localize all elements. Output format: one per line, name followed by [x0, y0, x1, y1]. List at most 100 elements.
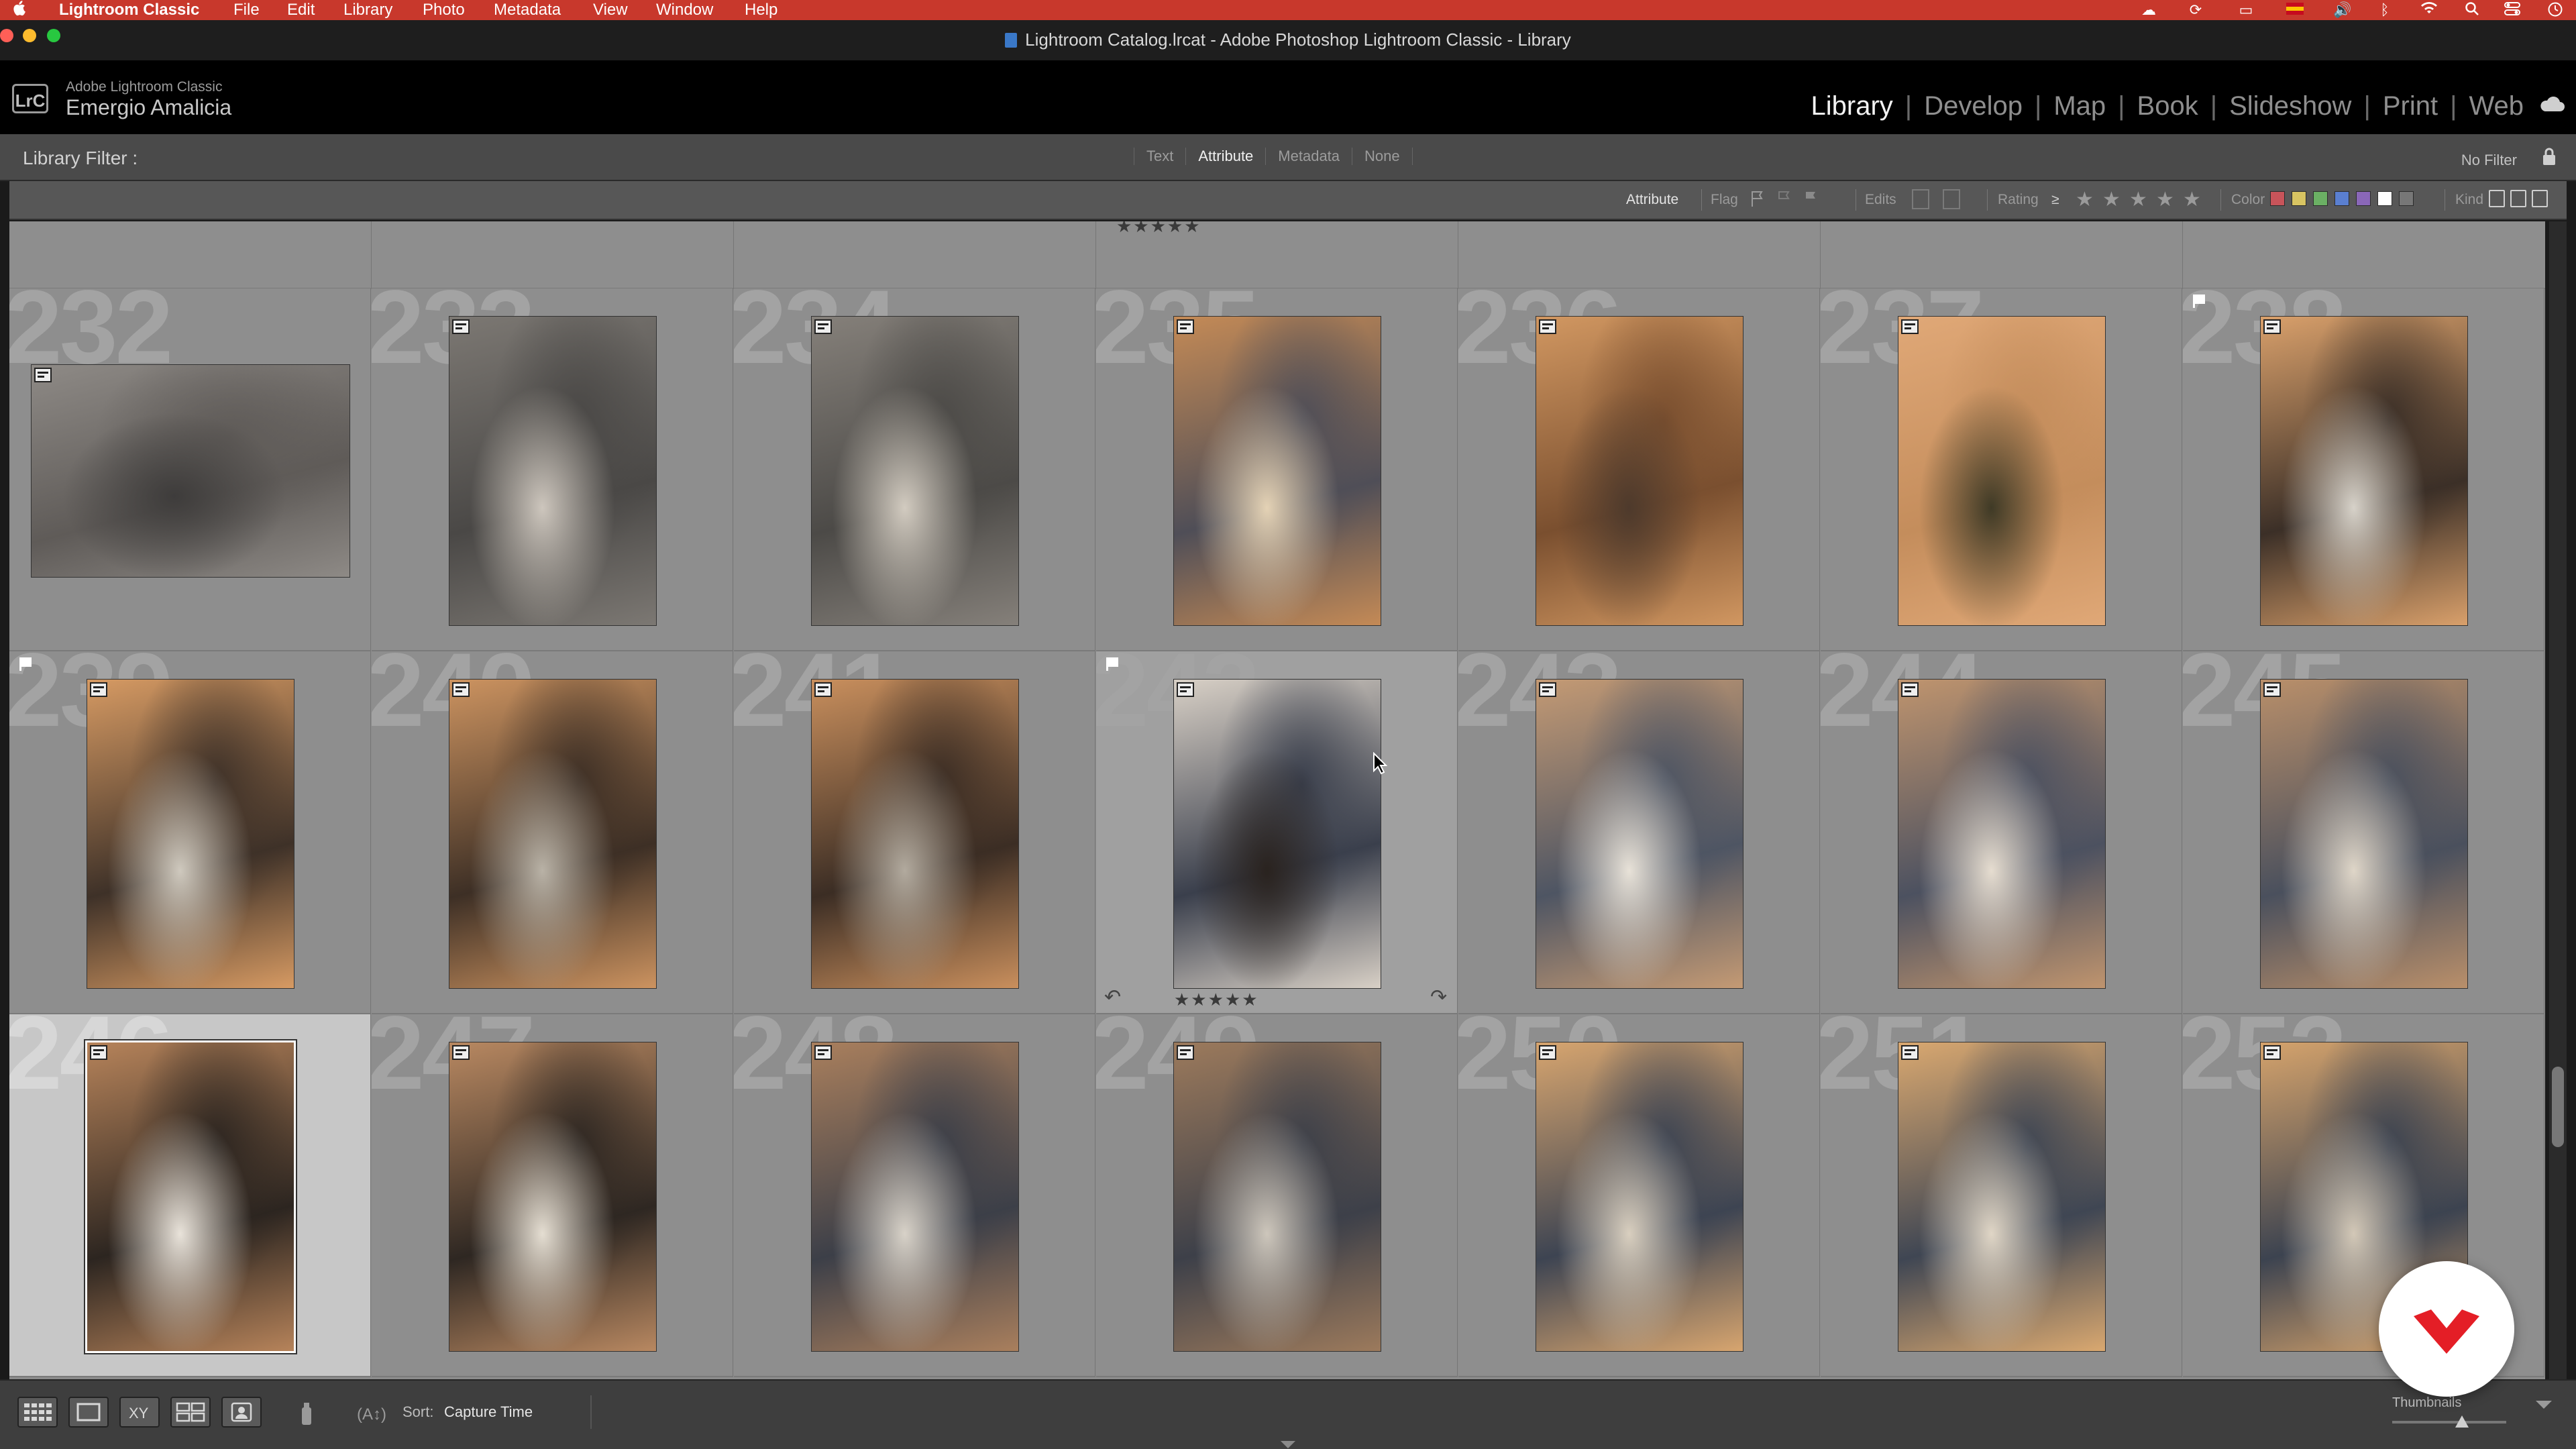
grid-cell[interactable]: 238	[2183, 288, 2544, 651]
thumbnail-size-slider[interactable]	[2392, 1421, 2506, 1424]
menu-help[interactable]: Help	[745, 0, 777, 20]
grid-cell[interactable]: 243	[1458, 651, 1820, 1014]
photo-thumbnail[interactable]	[449, 1042, 656, 1351]
metadata-badge-icon[interactable]	[1177, 1045, 1194, 1060]
thumbnail-grid[interactable]: ★★★★★232233234235236237238239240241242★★…	[9, 221, 2545, 1379]
photo-thumbnail[interactable]	[2261, 680, 2467, 988]
search-icon[interactable]	[2463, 1, 2481, 19]
metadata-badge-icon[interactable]	[1177, 319, 1194, 334]
menu-file[interactable]: File	[233, 0, 260, 20]
grid-cell[interactable]: 232	[9, 288, 371, 651]
sync-icon[interactable]: ⟳	[2187, 1, 2204, 19]
bluetooth-icon[interactable]: ᛒ	[2376, 1, 2394, 19]
grid-cell[interactable]: 234	[734, 288, 1095, 651]
grid-cell[interactable]: 235	[1096, 288, 1458, 651]
filter-tab-text[interactable]: Text	[1134, 148, 1185, 165]
module-library[interactable]: Library	[1811, 91, 1893, 121]
rating-stars[interactable]: ★★★★★	[1174, 989, 1259, 1010]
people-view-icon[interactable]	[221, 1397, 262, 1428]
grid-scrollbar-track[interactable]	[2549, 221, 2567, 1379]
compare-view-icon[interactable]: XY	[119, 1397, 160, 1428]
rating-stars[interactable]: ★★★★★	[1116, 221, 1201, 237]
grid-partial-row[interactable]: ★★★★★	[9, 221, 2545, 289]
grid-cell[interactable]: 250	[1458, 1014, 1820, 1377]
module-book[interactable]: Book	[2137, 91, 2198, 121]
metadata-badge-icon[interactable]	[814, 682, 832, 697]
lock-icon[interactable]	[2541, 146, 2557, 166]
rating-star-3-icon[interactable]: ★	[2129, 190, 2147, 210]
color-filter-green[interactable]	[2313, 191, 2328, 206]
photo-thumbnail[interactable]	[32, 365, 350, 577]
spray-can-icon[interactable]	[298, 1401, 315, 1426]
color-filter-yellow[interactable]	[2292, 191, 2306, 206]
photo-thumbnail[interactable]	[449, 317, 656, 625]
photo-thumbnail[interactable]	[1898, 1042, 2105, 1351]
menu-app-name[interactable]: Lightroom Classic	[59, 0, 199, 20]
metadata-badge-icon[interactable]	[2263, 682, 2281, 697]
rotate-right-icon[interactable]: ↷	[1430, 987, 1449, 1008]
photo-thumbnail[interactable]	[87, 1042, 294, 1351]
metadata-badge-icon[interactable]	[2263, 319, 2281, 334]
toolbar-content-menu-icon[interactable]	[2536, 1401, 2552, 1409]
metadata-badge-icon[interactable]	[1901, 682, 1919, 697]
grid-scrollbar-thumb[interactable]	[2552, 1067, 2564, 1147]
metadata-badge-icon[interactable]	[814, 1045, 832, 1060]
rating-star-2-icon[interactable]: ★	[2102, 190, 2121, 210]
metadata-badge-icon[interactable]	[452, 682, 470, 697]
photo-thumbnail[interactable]	[87, 680, 294, 988]
menu-view[interactable]: View	[593, 0, 628, 20]
photo-thumbnail[interactable]	[1898, 317, 2105, 625]
grid-cell[interactable]: 233	[372, 288, 733, 651]
grid-cell[interactable]: 236	[1458, 288, 1820, 651]
photo-thumbnail[interactable]	[1174, 317, 1381, 625]
menu-photo[interactable]: Photo	[423, 0, 465, 20]
grid-cell[interactable]: 244	[1821, 651, 2182, 1014]
photo-thumbnail[interactable]	[1174, 680, 1381, 988]
photo-thumbnail[interactable]	[1536, 1042, 1743, 1351]
photo-thumbnail[interactable]	[1898, 680, 2105, 988]
metadata-badge-icon[interactable]	[1539, 682, 1556, 697]
pick-flag-icon[interactable]	[1106, 657, 1120, 672]
grid-cell[interactable]: 249	[1096, 1014, 1458, 1377]
rating-star-1-icon[interactable]: ★	[2076, 190, 2094, 210]
flag-rejected-filter-icon[interactable]	[1803, 189, 1821, 209]
color-filter-blue[interactable]	[2334, 191, 2349, 206]
edited-filter-icon[interactable]	[1912, 189, 1929, 209]
pick-flag-icon[interactable]	[19, 657, 34, 672]
grid-cell[interactable]: 240	[372, 651, 733, 1014]
metadata-badge-icon[interactable]	[90, 682, 107, 697]
module-map[interactable]: Map	[2053, 91, 2106, 121]
volume-icon[interactable]: 🔊	[2333, 1, 2351, 19]
grid-cell[interactable]: 242★★★★★↶↷	[1096, 651, 1458, 1014]
clock-icon[interactable]	[2546, 1, 2564, 19]
metadata-badge-icon[interactable]	[1177, 682, 1194, 697]
flag-unflagged-filter-icon[interactable]	[1776, 189, 1794, 209]
kind-video-icon[interactable]	[2532, 190, 2548, 207]
kind-master-photo-icon[interactable]	[2489, 190, 2505, 207]
color-filter-red[interactable]	[2270, 191, 2285, 206]
metadata-badge-icon[interactable]	[2263, 1045, 2281, 1060]
unedited-filter-icon[interactable]	[1943, 189, 1960, 209]
apple-icon[interactable]	[12, 0, 25, 21]
filter-tab-none[interactable]: None	[1352, 148, 1413, 165]
photo-thumbnail[interactable]	[1174, 1042, 1381, 1351]
photo-thumbnail[interactable]	[812, 317, 1018, 625]
grid-view-icon[interactable]	[17, 1397, 58, 1428]
color-filter-none[interactable]	[2399, 191, 2414, 206]
filter-tab-attribute[interactable]: Attribute	[1185, 148, 1265, 165]
rotate-left-icon[interactable]: ↶	[1104, 987, 1123, 1008]
filter-preset-select[interactable]: No Filter	[2461, 152, 2517, 169]
creative-cloud-icon[interactable]: ☁	[2140, 1, 2157, 19]
flag-picked-filter-icon[interactable]	[1750, 189, 1767, 209]
cloud-sync-icon[interactable]	[2538, 97, 2565, 113]
grid-cell[interactable]: 247	[372, 1014, 733, 1377]
metadata-badge-icon[interactable]	[814, 319, 832, 334]
menu-metadata[interactable]: Metadata	[494, 0, 561, 20]
photo-thumbnail[interactable]	[449, 680, 656, 988]
bottom-panel-toggle-icon[interactable]	[1281, 1441, 1295, 1448]
loupe-view-icon[interactable]	[68, 1397, 109, 1428]
sort-direction-icon[interactable]: (A↕)	[354, 1401, 392, 1426]
metadata-badge-icon[interactable]	[1539, 1045, 1556, 1060]
rating-star-4-icon[interactable]: ★	[2156, 190, 2174, 210]
wifi-icon[interactable]	[2420, 1, 2438, 19]
